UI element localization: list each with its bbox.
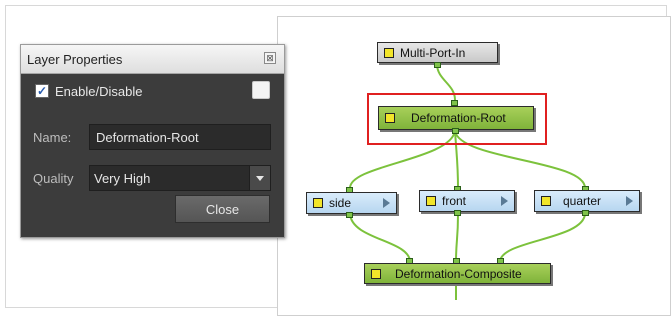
node-front[interactable]: front [419,190,515,212]
port-out[interactable] [434,62,441,68]
node-label: Multi-Port-In [400,45,466,60]
selection-highlight [367,93,547,145]
name-label: Name: [33,130,72,145]
enable-disable-label: Enable/Disable [55,84,143,99]
port-out[interactable] [582,210,589,216]
close-icon[interactable]: ⊠ [264,52,276,64]
expand-arrow-icon[interactable] [383,198,390,208]
node-label: Deformation-Composite [395,266,522,281]
port-out[interactable] [454,210,461,216]
node-quarter[interactable]: quarter [534,190,640,212]
node-label: quarter [563,194,602,208]
node-color-icon [313,198,323,208]
panel-title-bar[interactable]: Layer Properties ⊠ [21,45,284,74]
quality-label: Quality [33,171,74,186]
node-color-icon [371,268,381,279]
enable-disable-checkbox[interactable]: ✓ [35,84,49,98]
node-multi-port-in[interactable]: Multi-Port-In [377,42,498,63]
node-color-icon [541,196,551,206]
layer-properties-panel: Layer Properties ⊠ ✓ Enable/Disable Name… [20,44,285,238]
node-label: side [329,196,352,210]
quality-selected-value: Very High [94,171,151,186]
chevron-down-icon[interactable] [249,166,270,190]
expand-arrow-icon[interactable] [626,196,633,206]
node-label: front [442,194,467,208]
close-button[interactable]: Close [175,195,270,223]
quality-dropdown[interactable]: Very High [89,165,271,191]
node-deformation-composite[interactable]: Deformation-Composite [364,263,551,284]
expand-arrow-icon[interactable] [501,196,508,206]
node-side[interactable]: side [306,192,397,214]
name-input[interactable]: Deformation-Root [89,124,271,150]
node-color-icon [426,196,436,206]
port-out[interactable] [346,212,353,218]
node-color-icon [384,47,394,58]
color-swatch[interactable] [252,81,270,99]
panel-title: Layer Properties [27,52,123,67]
